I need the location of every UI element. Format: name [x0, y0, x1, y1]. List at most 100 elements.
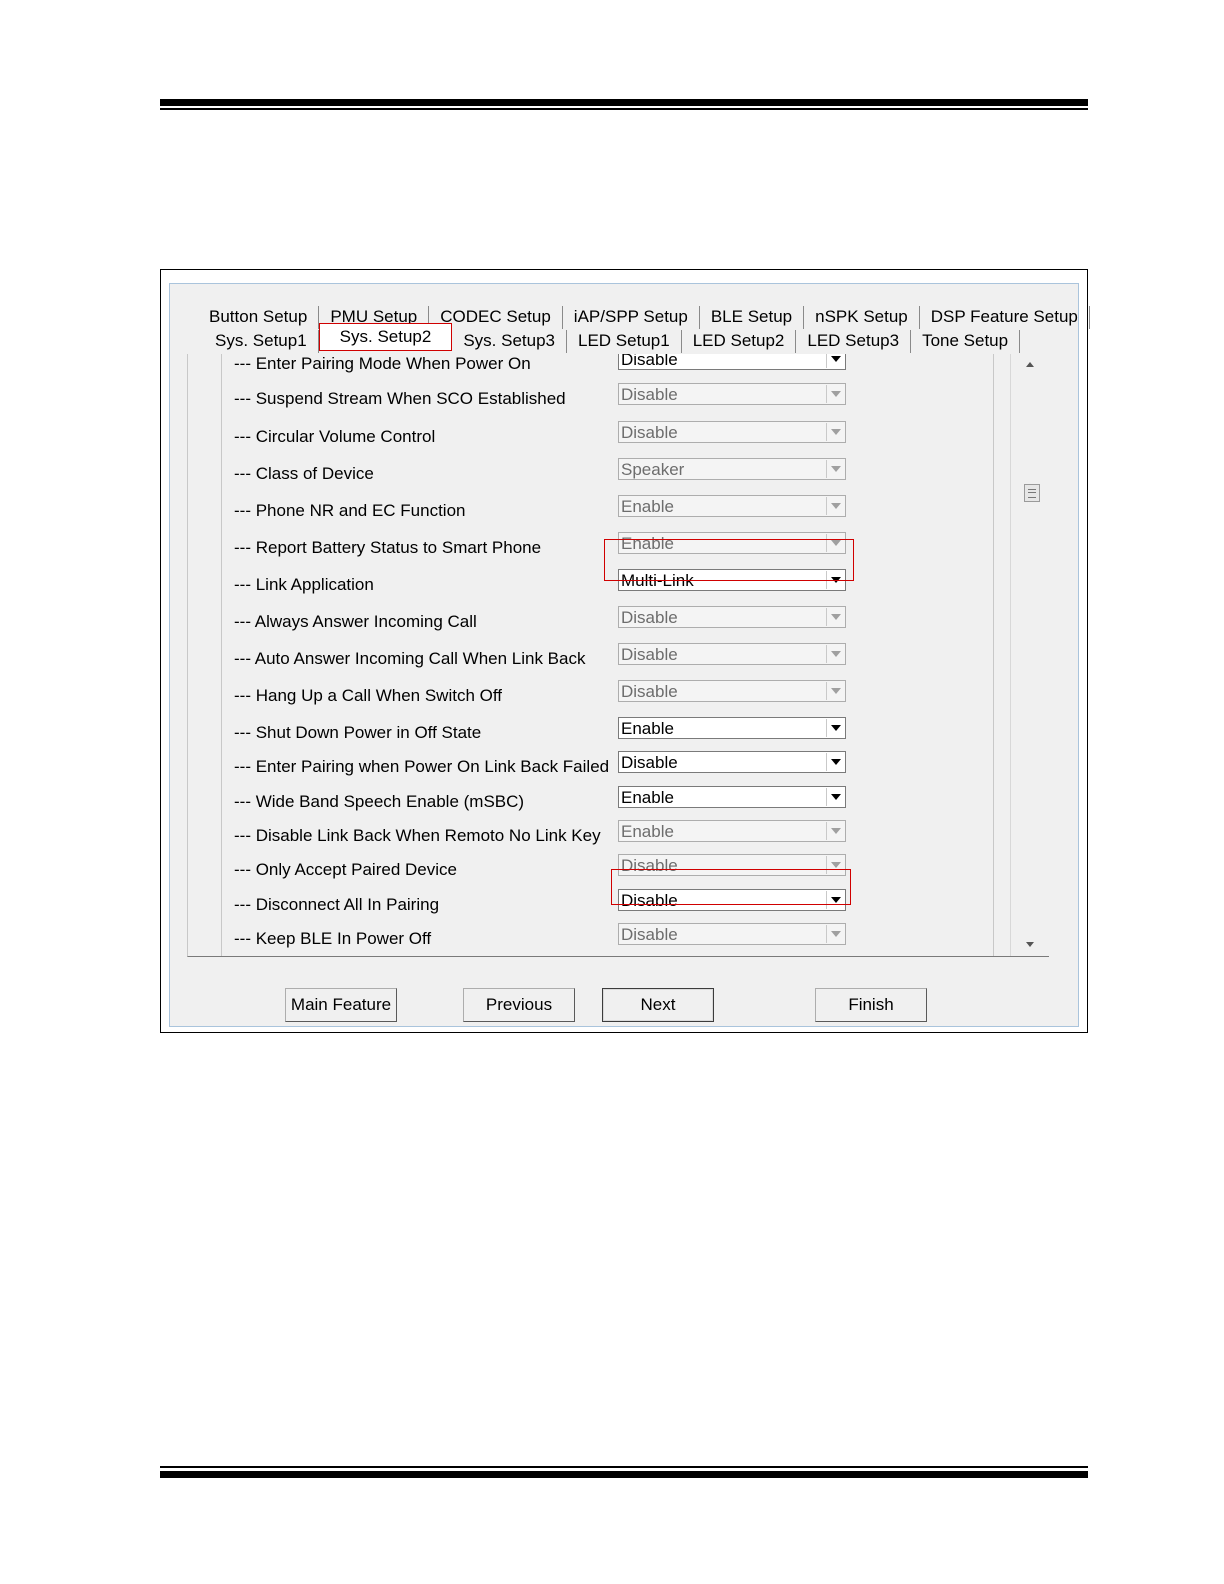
- chevron-down-icon[interactable]: [826, 354, 844, 368]
- setting-label: --- Only Accept Paired Device: [234, 860, 457, 879]
- tab-sys-setup1[interactable]: Sys. Setup1: [204, 330, 319, 353]
- setting-label: --- Disconnect All In Pairing: [234, 895, 440, 914]
- setting-dropdown[interactable]: Disable: [618, 751, 846, 773]
- setting-dropdown: Enable: [618, 495, 846, 517]
- tab-led-setup1[interactable]: LED Setup1: [567, 330, 682, 353]
- dropdown-value: Speaker: [621, 460, 685, 479]
- setting-label: --- Circular Volume Control: [234, 427, 436, 446]
- dropdown-value: Enable: [621, 822, 674, 841]
- setting-row: --- Link Application Multi-Link: [188, 569, 1008, 599]
- chevron-down-icon: [826, 385, 844, 403]
- setting-dropdown: Disable: [618, 680, 846, 702]
- setting-label: --- Link Application: [234, 575, 374, 594]
- setting-label: --- Always Answer Incoming Call: [234, 612, 477, 631]
- header-rule-thin: [160, 108, 1088, 110]
- setting-dropdown: Disable: [618, 923, 846, 945]
- dropdown-value: Enable: [621, 719, 674, 738]
- chevron-down-icon: [826, 460, 844, 478]
- setting-dropdown: Disable: [618, 606, 846, 628]
- setting-label: --- Auto Answer Incoming Call When Link …: [234, 649, 586, 668]
- setting-row: --- Disable Link Back When Remoto No Lin…: [188, 820, 1008, 850]
- dropdown-value: Disable: [621, 753, 678, 772]
- setting-dropdown: Disable: [618, 383, 846, 405]
- setting-dropdown: Enable: [618, 820, 846, 842]
- setting-label: --- Enter Pairing when Power On Link Bac…: [234, 757, 610, 776]
- setting-row: --- Keep BLE In Power Off Disable: [188, 923, 1008, 953]
- footer-rule-thick: [160, 1471, 1088, 1478]
- dropdown-value: Disable: [621, 354, 678, 369]
- setting-dropdown[interactable]: Enable: [618, 717, 846, 739]
- setting-dropdown: Disable: [618, 421, 846, 443]
- setting-row: --- Suspend Stream When SCO Established D…: [188, 383, 1008, 413]
- setting-dropdown[interactable]: Enable: [618, 786, 846, 808]
- header-rule-thick: [160, 99, 1088, 106]
- tab-led-setup2[interactable]: LED Setup2: [682, 330, 797, 353]
- setting-row: --- Auto Answer Incoming Call When Link …: [188, 643, 1008, 673]
- setting-dropdown: Speaker: [618, 458, 846, 480]
- screenshot-frame: Button Setup PMU Setup CODEC Setup iAP/S…: [160, 269, 1090, 1033]
- chevron-down-icon: [826, 682, 844, 700]
- setting-label: --- Suspend Stream When SCO Established: [234, 389, 566, 408]
- highlight-box: [611, 869, 851, 905]
- chevron-down-icon: [826, 497, 844, 515]
- setting-row: --- Shut Down Power in Off State Enable: [188, 717, 1008, 747]
- tab-dsp-feature-setup[interactable]: DSP Feature Setup: [920, 306, 1090, 329]
- scrollbar-thumb[interactable]: [1024, 484, 1040, 502]
- setting-dropdown[interactable]: Disable: [618, 354, 846, 370]
- dropdown-value: Disable: [621, 423, 678, 442]
- tab-button-setup[interactable]: Button Setup: [198, 306, 320, 329]
- scroll-up-arrow-icon[interactable]: [1026, 362, 1034, 367]
- dropdown-value: Enable: [621, 788, 674, 807]
- footer-rule-thin: [160, 1466, 1088, 1468]
- tab-tone-setup[interactable]: Tone Setup: [911, 330, 1021, 353]
- next-button[interactable]: Next: [602, 988, 714, 1022]
- dropdown-value: Disable: [621, 925, 678, 944]
- setting-row: --- Hang Up a Call When Switch Off Disabl…: [188, 680, 1008, 710]
- highlight-box: [604, 539, 854, 581]
- chevron-down-icon[interactable]: [826, 788, 844, 806]
- setting-row: --- Enter Pairing when Power On Link Bac…: [188, 751, 1008, 781]
- setting-label: --- Hang Up a Call When Switch Off: [234, 686, 502, 705]
- scroll-down-arrow-icon[interactable]: [1026, 942, 1034, 947]
- finish-button[interactable]: Finish: [815, 988, 927, 1022]
- dropdown-value: Disable: [621, 385, 678, 404]
- setting-label: --- Class of Device: [234, 464, 374, 483]
- vertical-scrollbar[interactable]: [1010, 354, 1049, 956]
- setting-row: --- Enter Pairing Mode When Power On Disa…: [188, 354, 1008, 378]
- chevron-down-icon[interactable]: [826, 719, 844, 737]
- chevron-down-icon[interactable]: [826, 753, 844, 771]
- dropdown-value: Enable: [621, 497, 674, 516]
- tab-nspk-setup[interactable]: nSPK Setup: [804, 306, 920, 329]
- setting-row: --- Phone NR and EC Function Enable: [188, 495, 1008, 525]
- dropdown-value: Disable: [621, 682, 678, 701]
- tab-led-setup3[interactable]: LED Setup3: [796, 330, 912, 353]
- chevron-down-icon: [826, 822, 844, 840]
- setting-label: --- Keep BLE In Power Off: [234, 929, 432, 948]
- setting-dropdown: Disable: [618, 643, 846, 665]
- tab-sys-setup3[interactable]: Sys. Setup3: [452, 330, 568, 353]
- main-feature-button[interactable]: Main Feature: [285, 988, 397, 1022]
- chevron-down-icon: [826, 423, 844, 441]
- previous-button[interactable]: Previous: [463, 988, 575, 1022]
- tab-iap-spp-setup[interactable]: iAP/SPP Setup: [563, 306, 700, 329]
- dropdown-value: Disable: [621, 608, 678, 627]
- tab-sys-setup2[interactable]: Sys. Setup2: [318, 323, 453, 351]
- tab-row-2: Sys. Setup1 Sys. Setup2 Sys. Setup3 LED …: [204, 323, 1021, 353]
- setting-label: --- Wide Band Speech Enable (mSBC): [234, 792, 525, 811]
- setting-label: --- Phone NR and EC Function: [234, 501, 466, 520]
- chevron-down-icon: [826, 925, 844, 943]
- setting-row: --- Wide Band Speech Enable (mSBC) Enable: [188, 786, 1008, 816]
- setting-label: --- Enter Pairing Mode When Power On: [234, 354, 531, 373]
- setting-row: --- Circular Volume Control Disable: [188, 421, 1008, 451]
- setting-label: --- Disable Link Back When Remoto No Lin…: [234, 826, 601, 845]
- setting-label: --- Report Battery Status to Smart Phone: [234, 538, 542, 557]
- chevron-down-icon: [826, 608, 844, 626]
- setting-row: --- Report Battery Status to Smart Phone…: [188, 532, 1008, 562]
- dropdown-value: Disable: [621, 645, 678, 664]
- settings-panel: --- Enter Pairing Mode When Power On Disa…: [187, 354, 1049, 957]
- setting-row: --- Disconnect All In Pairing Disable: [188, 889, 1008, 919]
- setting-row: --- Always Answer Incoming Call Disable: [188, 606, 1008, 636]
- setting-row: --- Class of Device Speaker: [188, 458, 1008, 488]
- tab-ble-setup[interactable]: BLE Setup: [700, 306, 805, 329]
- setting-row: --- Only Accept Paired Device Disable: [188, 854, 1008, 884]
